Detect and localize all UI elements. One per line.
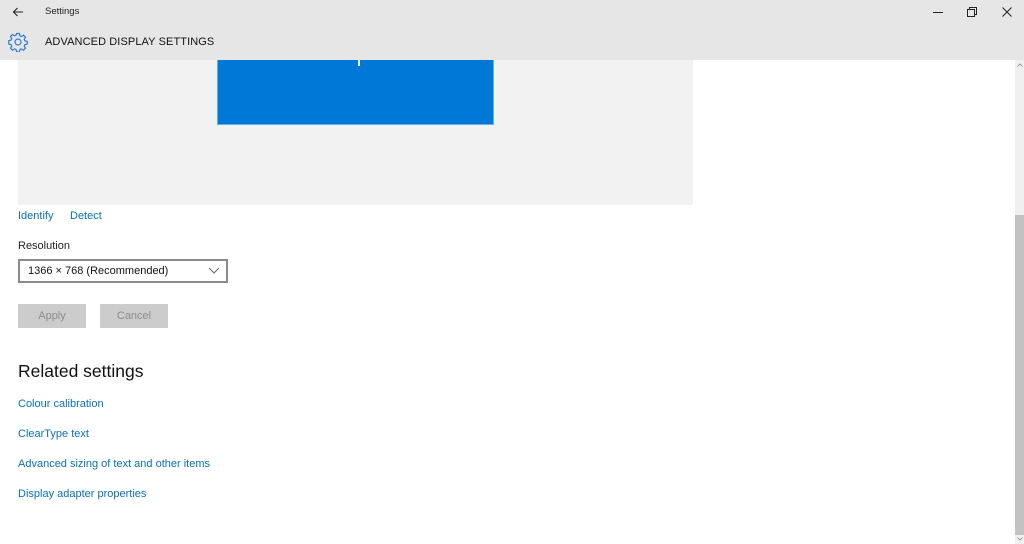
- gear-icon: [8, 32, 28, 53]
- resolution-dropdown[interactable]: 1366 × 768 (Recommended): [18, 259, 228, 283]
- back-button[interactable]: [8, 3, 28, 21]
- cancel-button[interactable]: Cancel: [100, 304, 168, 328]
- title-bar: Settings ADVANCED DISPLAY SETTINGS: [0, 0, 1024, 60]
- page-title: ADVANCED DISPLAY SETTINGS: [45, 36, 215, 48]
- minimize-icon: [933, 12, 943, 13]
- scroll-down-button[interactable]: [1015, 534, 1024, 544]
- resolution-value: 1366 × 768 (Recommended): [28, 265, 169, 277]
- restore-icon: [967, 7, 977, 17]
- monitor-number-label: [358, 60, 360, 66]
- display-adapter-properties-link[interactable]: Display adapter properties: [18, 488, 146, 500]
- detect-link[interactable]: Detect: [70, 210, 102, 222]
- restore-button[interactable]: [958, 2, 986, 22]
- identify-link[interactable]: Identify: [18, 210, 53, 222]
- display-preview: [18, 60, 693, 205]
- scrollbar-thumb[interactable]: [1015, 215, 1024, 535]
- monitor-1[interactable]: [217, 60, 494, 125]
- minimize-button[interactable]: [924, 2, 952, 22]
- cleartype-text-link[interactable]: ClearType text: [18, 428, 89, 440]
- advanced-sizing-link[interactable]: Advanced sizing of text and other items: [18, 458, 210, 470]
- vertical-scrollbar[interactable]: [1015, 60, 1024, 544]
- chevron-down-icon: [1016, 537, 1023, 541]
- app-title: Settings: [45, 6, 80, 17]
- close-icon: [1002, 7, 1012, 17]
- apply-button[interactable]: Apply: [18, 304, 86, 328]
- chevron-up-icon: [1016, 63, 1023, 67]
- related-settings-heading: Related settings: [18, 361, 144, 381]
- arrow-left-icon: [12, 7, 23, 17]
- scroll-up-button[interactable]: [1015, 60, 1024, 70]
- chevron-down-icon: [208, 267, 220, 274]
- close-button[interactable]: [993, 2, 1021, 22]
- resolution-label: Resolution: [18, 240, 70, 252]
- colour-calibration-link[interactable]: Colour calibration: [18, 398, 104, 410]
